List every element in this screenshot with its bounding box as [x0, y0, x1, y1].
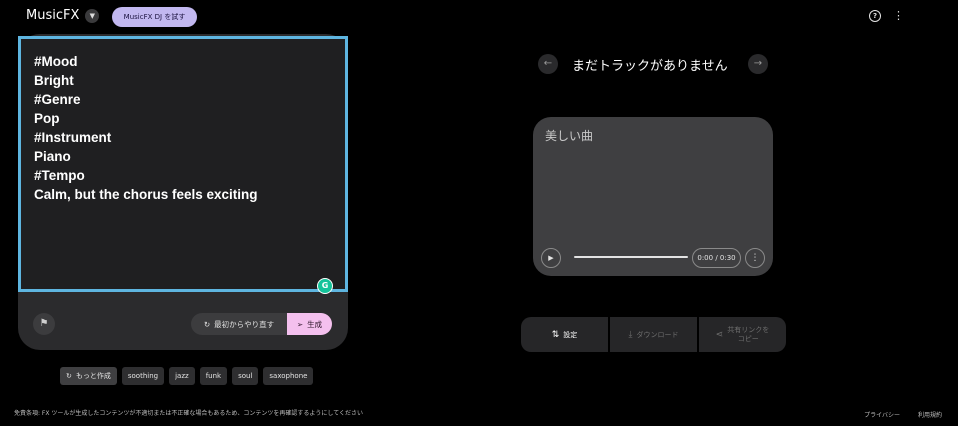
restart-button[interactable]: ↻ 最初からやり直す [191, 313, 287, 335]
previous-track-button[interactable]: ← [538, 54, 558, 74]
footer-links: プライバシー 利用規約 [864, 410, 942, 419]
play-icon: ▶ [548, 254, 554, 262]
share-label: 共有リンクを コピー [727, 326, 769, 344]
disclaimer-text: 免責条項: FX ツールが生成したコンテンツが不適切または不正確な場合もあるため… [14, 410, 364, 417]
share-icon: ⋖ [715, 329, 724, 340]
chip-saxophone[interactable]: saxophone [263, 367, 314, 385]
next-track-button[interactable]: → [748, 54, 768, 74]
more-options-icon[interactable]: ⋮ [893, 10, 904, 21]
generate-label: 生成 [307, 319, 323, 329]
help-icon[interactable]: ? [869, 10, 881, 22]
flag-icon: ⚑ [39, 318, 49, 329]
restart-label: 最初からやり直す [214, 319, 275, 329]
app-brand[interactable]: MusicFX ▼ [26, 8, 100, 23]
chevron-down-icon[interactable]: ▼ [85, 8, 100, 23]
settings-button[interactable]: ⇅ 設定 [521, 317, 608, 352]
download-icon: ⤓ [628, 329, 633, 340]
chip-funk[interactable]: funk [199, 367, 228, 385]
track-more-button[interactable]: ⋮ [745, 248, 765, 268]
send-icon: ➢ [296, 319, 304, 329]
more-vert-icon: ⋮ [750, 253, 760, 263]
share-label-line2: コピー [737, 334, 759, 343]
create-more-chip[interactable]: ↻ もっと作成 [60, 367, 117, 385]
refresh-icon: ↻ [66, 372, 72, 380]
grammarly-icon[interactable]: G [317, 278, 333, 294]
time-display: 0:00 / 0:30 [692, 248, 741, 268]
try-dj-button[interactable]: MusicFX DJ を試す [112, 7, 197, 27]
chip-soul[interactable]: soul [232, 367, 259, 385]
track-name: 美しい曲 [545, 129, 594, 143]
track-action-bar: ⇅ 設定 ⤓ ダウンロード ⋖ 共有リンクを コピー [521, 317, 786, 352]
arrow-right-icon: → [753, 58, 763, 69]
app-name: MusicFX [26, 8, 80, 23]
copy-share-link-button[interactable]: ⋖ 共有リンクを コピー [699, 317, 786, 352]
settings-label: 設定 [563, 330, 578, 339]
generate-button[interactable]: ➢ 生成 [287, 313, 332, 335]
prompt-text[interactable]: #Mood Bright #Genre Pop #Instrument Pian… [34, 52, 334, 204]
share-label-line1: 共有リンクを [727, 325, 770, 334]
terms-link[interactable]: 利用規約 [918, 410, 942, 419]
arrow-left-icon: ← [543, 58, 553, 69]
track-nav-title: まだトラックがありません [572, 59, 728, 74]
suggestion-chips: ↻ もっと作成 soothing jazz funk soul saxophon… [60, 367, 314, 385]
play-button[interactable]: ▶ [541, 248, 561, 268]
privacy-link[interactable]: プライバシー [864, 410, 900, 419]
restart-icon: ↻ [203, 319, 211, 329]
header-actions: ? ⋮ [869, 10, 904, 22]
chip-jazz[interactable]: jazz [169, 367, 195, 385]
progress-bar[interactable] [574, 256, 688, 258]
chip-soothing[interactable]: soothing [121, 367, 165, 385]
tune-icon: ⇅ [551, 329, 560, 340]
report-flag-button[interactable]: ⚑ [33, 313, 55, 335]
download-button[interactable]: ⤓ ダウンロード [610, 317, 697, 352]
download-label: ダウンロード [636, 330, 679, 339]
